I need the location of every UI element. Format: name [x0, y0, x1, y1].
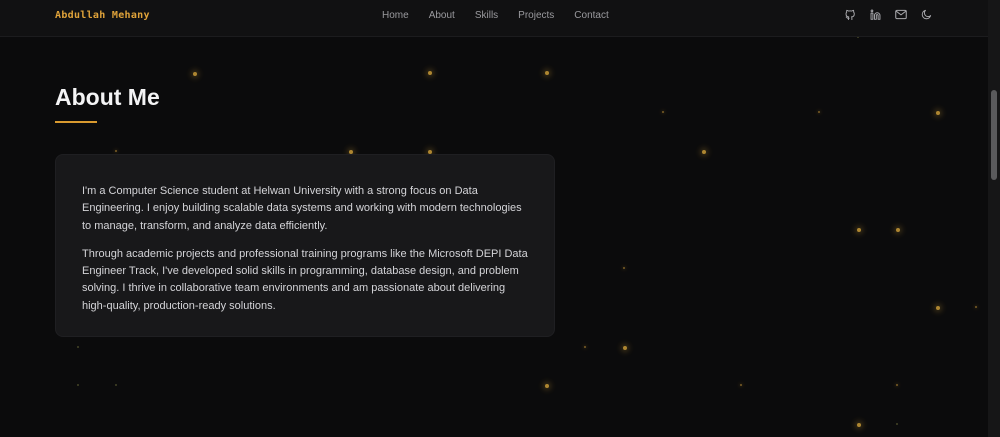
- particle: [428, 71, 432, 75]
- scrollbar-thumb[interactable]: [991, 90, 997, 180]
- particle: [857, 228, 861, 232]
- about-card: I'm a Computer Science student at Helwan…: [55, 154, 555, 337]
- particle: [77, 384, 79, 386]
- mail-icon[interactable]: [895, 9, 907, 20]
- scrollbar[interactable]: [988, 0, 1000, 437]
- particle: [77, 346, 79, 348]
- github-icon[interactable]: [845, 9, 856, 20]
- particle: [975, 306, 977, 308]
- nav-link-projects[interactable]: Projects: [518, 10, 554, 21]
- particle: [584, 346, 586, 348]
- particle: [115, 150, 117, 152]
- nav-link-skills[interactable]: Skills: [475, 10, 498, 21]
- particle: [936, 111, 940, 115]
- nav-link-home[interactable]: Home: [382, 10, 409, 21]
- particle: [623, 346, 627, 350]
- particle: [740, 384, 742, 386]
- nav-menu: Home About Skills Projects Contact: [382, 10, 609, 21]
- nav-link-contact[interactable]: Contact: [574, 10, 608, 21]
- particle: [702, 150, 706, 154]
- particle: [818, 111, 820, 113]
- moon-icon[interactable]: [921, 9, 932, 20]
- particle: [896, 228, 900, 232]
- navbar: Abdullah Mehany Home About Skills Projec…: [0, 0, 988, 37]
- particle: [936, 306, 940, 310]
- particle: [115, 384, 117, 386]
- title-underline: [55, 121, 97, 123]
- particle: [545, 384, 549, 388]
- particle: [896, 423, 898, 425]
- particle: [896, 384, 898, 386]
- page: Abdullah Mehany Home About Skills Projec…: [0, 0, 1000, 437]
- particle: [623, 267, 625, 269]
- social-icons: [845, 9, 932, 20]
- section-title: About Me: [55, 84, 160, 110]
- brand-logo[interactable]: Abdullah Mehany: [55, 10, 150, 21]
- particle: [193, 72, 197, 76]
- about-paragraph: Through academic projects and profession…: [82, 247, 528, 312]
- particle: [857, 423, 861, 427]
- nav-link-about[interactable]: About: [429, 10, 455, 21]
- about-paragraph: I'm a Computer Science student at Helwan…: [82, 185, 522, 232]
- linkedin-icon[interactable]: [870, 9, 881, 20]
- particle: [545, 71, 549, 75]
- particle: [662, 111, 664, 113]
